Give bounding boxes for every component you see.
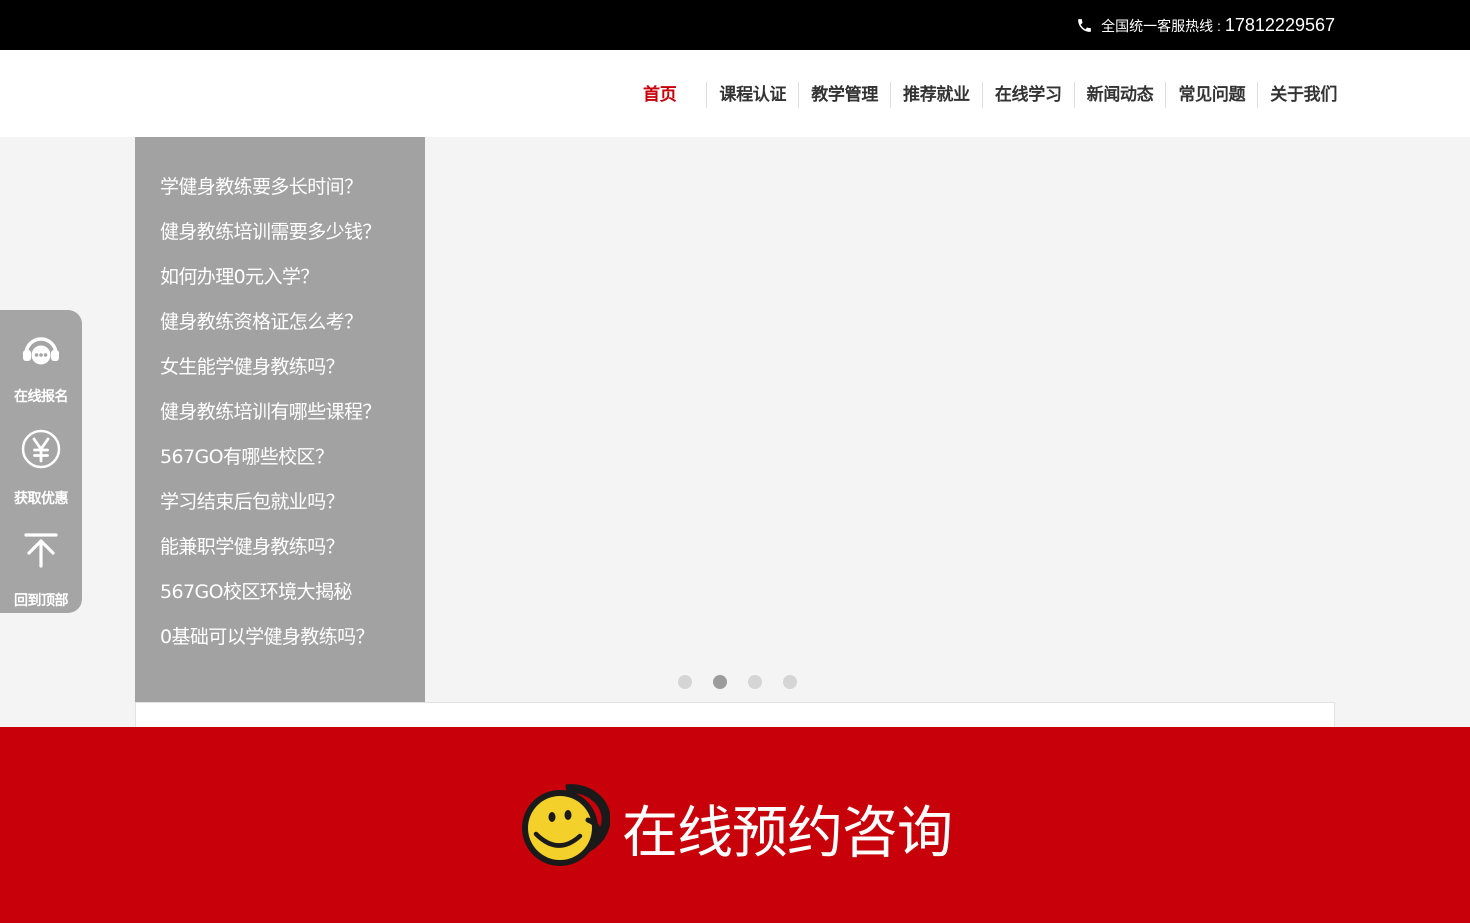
faq-link[interactable]: 学健身教练要多长时间？ <box>135 165 425 210</box>
nav-teaching-management[interactable]: 教学管理 <box>798 82 890 108</box>
faq-link[interactable]: 如何办理0元入学？ <box>135 255 425 300</box>
nav-home[interactable]: 首页 <box>631 82 706 108</box>
smiley-icon <box>522 784 610 866</box>
get-discount-button[interactable]: 获取优惠 <box>0 420 82 520</box>
header: 首页 课程认证 教学管理 推荐就业 在线学习 新闻动态 常见问题 关于我们 <box>0 50 1470 137</box>
nav-course-certification[interactable]: 课程认证 <box>706 82 798 108</box>
carousel-dot[interactable] <box>783 675 797 689</box>
arrow-up-icon <box>24 533 58 568</box>
footer-consult-bar: 在线预约咨询 <box>0 727 1470 923</box>
faq-link[interactable]: 567GO校区环境大揭秘 <box>135 570 425 615</box>
get-discount-label: 获取优惠 <box>14 491 69 507</box>
nav-faq[interactable]: 常见问题 <box>1165 82 1257 108</box>
faq-link[interactable]: 567GO有哪些校区？ <box>135 435 425 480</box>
yen-icon <box>21 429 61 469</box>
faq-link[interactable]: 健身教练培训有哪些课程？ <box>135 390 425 435</box>
carousel-dots <box>678 675 818 689</box>
content-box <box>135 702 1335 727</box>
main-nav: 首页 课程认证 教学管理 推荐就业 在线学习 新闻动态 常见问题 关于我们 <box>631 82 1349 108</box>
nav-about-us[interactable]: 关于我们 <box>1257 82 1349 108</box>
hotline-number[interactable]: 17812229567 <box>1225 15 1335 36</box>
online-signup-label: 在线报名 <box>14 389 69 405</box>
carousel-dot[interactable] <box>713 675 727 689</box>
carousel-dot[interactable] <box>678 675 692 689</box>
nav-online-learning[interactable]: 在线学习 <box>981 82 1074 108</box>
carousel-dot[interactable] <box>748 675 762 689</box>
nav-news[interactable]: 新闻动态 <box>1073 82 1166 108</box>
floating-sidebar: 在线报名 获取优惠 回到顶部 <box>0 310 82 613</box>
top-bar: 全国统一客服热线 : 17812229567 <box>0 0 1470 50</box>
faq-link[interactable]: 学习结束后包就业吗？ <box>135 480 425 525</box>
faq-link[interactable]: 健身教练培训需要多少钱？ <box>135 210 425 255</box>
phone-icon <box>1078 19 1091 32</box>
faq-link[interactable]: 健身教练资格证怎么考？ <box>135 300 425 345</box>
hotline: 全国统一客服热线 : 17812229567 <box>1076 15 1335 36</box>
back-to-top-label: 回到顶部 <box>14 593 69 609</box>
online-signup-button[interactable]: 在线报名 <box>0 320 82 420</box>
hotline-label: 全国统一客服热线 : <box>1101 17 1221 34</box>
faq-link[interactable]: 0基础可以学健身教练吗？ <box>135 615 425 660</box>
consult-button[interactable]: 在线预约咨询 <box>514 784 953 872</box>
back-to-top-button[interactable]: 回到顶部 <box>0 520 82 620</box>
faq-panel: 学健身教练要多长时间？ 健身教练培训需要多少钱？ 如何办理0元入学？ 健身教练资… <box>135 137 425 702</box>
headset-icon <box>23 337 59 365</box>
consult-label: 在线预约咨询 <box>622 800 953 866</box>
faq-link[interactable]: 女生能学健身教练吗？ <box>135 345 425 390</box>
faq-link[interactable]: 能兼职学健身教练吗？ <box>135 525 425 570</box>
nav-job-recommendation[interactable]: 推荐就业 <box>890 82 982 108</box>
